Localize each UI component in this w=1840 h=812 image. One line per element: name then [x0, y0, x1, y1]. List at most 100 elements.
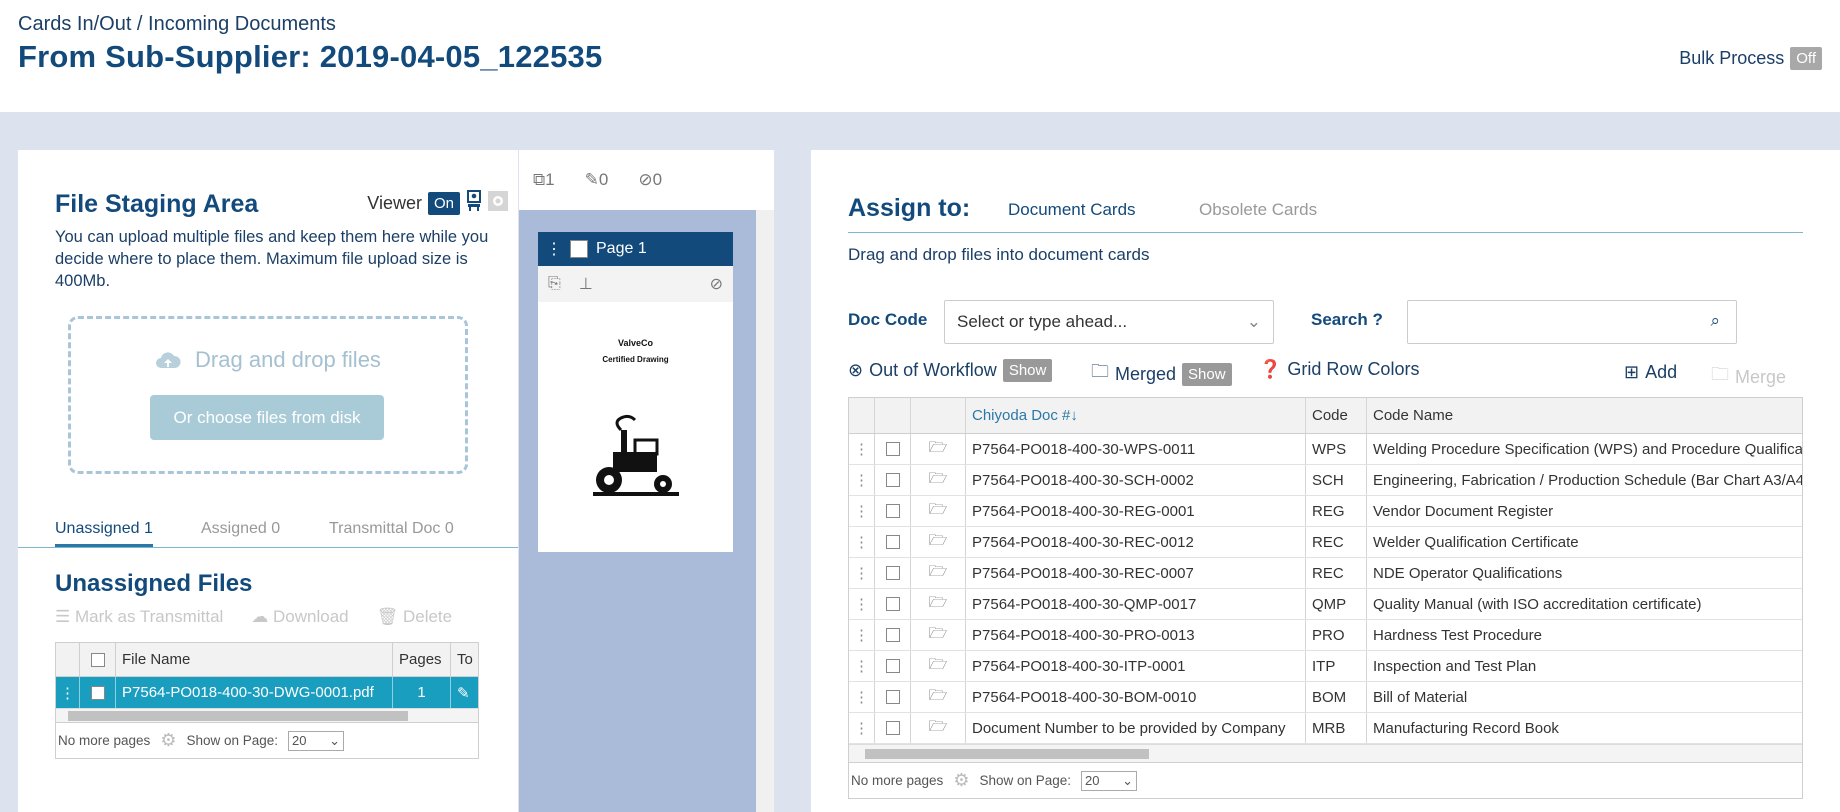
obsolete-count[interactable]: ⊘0 — [638, 170, 662, 190]
table-row[interactable]: ⋮ 🗁 P7564-PO018-400-30-BOM-0010 BOM Bill of … — [849, 682, 1802, 713]
drag-handle-icon[interactable]: ⋮ — [849, 589, 875, 619]
to-header[interactable]: To — [451, 643, 478, 676]
row-checkbox[interactable] — [885, 659, 900, 673]
file-drop-zone[interactable]: Drag and drop files Or choose files from… — [68, 316, 468, 474]
page-checkbox[interactable] — [570, 240, 588, 258]
row-checkbox[interactable] — [885, 535, 900, 549]
mark-transmittal-button[interactable]: ☰ Mark as Transmittal — [55, 607, 223, 627]
chiyoda-doc-header[interactable]: Chiyoda Doc # ↓ — [966, 398, 1306, 433]
drag-handle-icon[interactable]: ⋮ — [849, 620, 875, 650]
choose-files-button[interactable]: Or choose files from disk — [150, 395, 384, 440]
pages-header[interactable]: Pages — [393, 643, 451, 676]
drag-handle-icon[interactable]: ⋮ — [849, 713, 875, 743]
table-row[interactable]: ⋮ 🗁 P7564-PO018-400-30-SCH-0002 SCH Engineer… — [849, 465, 1802, 496]
page-size-select[interactable]: 20 ⌄ — [1081, 770, 1138, 791]
folder-open-icon[interactable]: 🗁 — [911, 558, 966, 588]
stamp-icon[interactable]: ⊥ — [579, 274, 593, 294]
drag-handle-icon[interactable]: ⋮ — [546, 239, 562, 259]
file-name-cell[interactable]: P7564-PO018-400-30-DWG-0001.pdf — [116, 677, 393, 708]
doc-number-cell[interactable]: P7564-PO018-400-30-BOM-0010 — [966, 682, 1306, 712]
tab-transmittal-doc[interactable]: Transmittal Doc 0 — [329, 520, 454, 538]
doc-number-cell[interactable]: P7564-PO018-400-30-WPS-0011 — [966, 434, 1306, 464]
drag-handle-icon[interactable]: ⋮ — [849, 434, 875, 464]
folder-open-icon[interactable]: 🗁 — [911, 434, 966, 464]
table-row[interactable]: ⋮ 🗁 P7564-PO018-400-30-REG-0001 REG Vendor D… — [849, 496, 1802, 527]
viewer-toggle[interactable]: On — [427, 192, 460, 215]
row-checkbox[interactable] — [885, 442, 900, 456]
search-input[interactable]: ⌕ — [1407, 300, 1737, 344]
folder-open-icon[interactable]: 🗁 — [911, 713, 966, 743]
out-of-workflow-toggle[interactable]: ⊗ Out of Workflow Show — [848, 359, 1053, 382]
row-checkbox[interactable] — [885, 690, 900, 704]
page-card-header[interactable]: ⋮ Page 1 — [538, 232, 733, 266]
table-row[interactable]: ⋮ 🗁 P7564-PO018-400-30-QMP-0017 QMP Quality … — [849, 589, 1802, 620]
refresh-icon[interactable]: ⚙ — [953, 770, 969, 791]
code-name-header[interactable]: Code Name — [1367, 398, 1802, 433]
person-icon[interactable] — [466, 190, 482, 217]
doc-number-cell[interactable]: P7564-PO018-400-30-REC-0012 — [966, 527, 1306, 557]
table-row[interactable]: ⋮ P7564-PO018-400-30-DWG-0001.pdf 1 ✎ — [56, 677, 478, 708]
horizontal-scrollbar[interactable] — [849, 744, 1802, 762]
pages-count[interactable]: ⧉1 — [533, 170, 555, 190]
folder-open-icon[interactable]: 🗁 — [911, 465, 966, 495]
file-name-header[interactable]: File Name — [116, 643, 393, 676]
tab-document-cards[interactable]: Document Cards — [1008, 200, 1136, 220]
tab-assigned[interactable]: Assigned 0 — [201, 520, 280, 538]
merged-toggle[interactable]: 🗀 Merged Show — [1091, 359, 1232, 389]
ban-icon[interactable]: ⊘ — [710, 274, 723, 294]
move-page-icon[interactable]: ⎘ — [548, 275, 561, 293]
drag-handle-icon[interactable]: ⋮ — [849, 496, 875, 526]
table-row[interactable]: ⋮ 🗁 P7564-PO018-400-30-REC-0012 REC Welder Q… — [849, 527, 1802, 558]
vertical-scrollbar[interactable] — [756, 210, 774, 812]
edited-count[interactable]: ✎0 — [585, 170, 609, 190]
delete-button[interactable]: 🗑 Delete — [377, 607, 452, 627]
doc-number-cell[interactable]: P7564-PO018-400-30-REC-0007 — [966, 558, 1306, 588]
doc-number-cell[interactable]: P7564-PO018-400-30-REG-0001 — [966, 496, 1306, 526]
table-row[interactable]: ⋮ 🗁 P7564-PO018-400-30-REC-0007 REC NDE Oper… — [849, 558, 1802, 589]
table-row[interactable]: ⋮ 🗁 P7564-PO018-400-30-PRO-0013 PRO Hardness… — [849, 620, 1802, 651]
row-checkbox[interactable] — [885, 597, 900, 611]
doc-number-cell[interactable]: P7564-PO018-400-30-PRO-0013 — [966, 620, 1306, 650]
folder-open-icon[interactable]: 🗁 — [911, 620, 966, 650]
folder-open-icon[interactable]: 🗁 — [911, 527, 966, 557]
bulk-process-toggle[interactable]: Bulk Process Off — [1679, 47, 1822, 70]
doc-number-cell[interactable]: Document Number to be provided by Compan… — [966, 713, 1306, 743]
refresh-icon[interactable]: ⚙ — [160, 730, 176, 751]
doc-number-cell[interactable]: P7564-PO018-400-30-SCH-0002 — [966, 465, 1306, 495]
doc-number-cell[interactable]: P7564-PO018-400-30-QMP-0017 — [966, 589, 1306, 619]
pencil-icon[interactable]: ✎ — [451, 677, 478, 708]
search-icon[interactable]: ⌕ — [1710, 311, 1720, 331]
row-checkbox[interactable] — [885, 473, 900, 487]
code-header[interactable]: Code — [1306, 398, 1367, 433]
tab-unassigned[interactable]: Unassigned 1 — [55, 520, 153, 547]
row-checkbox[interactable] — [885, 721, 900, 735]
row-checkbox[interactable] — [885, 628, 900, 642]
drag-handle-icon[interactable]: ⋮ — [56, 677, 80, 708]
row-checkbox[interactable] — [885, 504, 900, 518]
merge-button[interactable]: 🗀 Merge — [1711, 362, 1786, 392]
tab-obsolete-cards[interactable]: Obsolete Cards — [1199, 200, 1317, 220]
doc-number-cell[interactable]: P7564-PO018-400-30-ITP-0001 — [966, 651, 1306, 681]
help-icon[interactable]: ? — [1372, 310, 1382, 329]
row-checkbox[interactable] — [90, 685, 105, 700]
folder-open-icon[interactable]: 🗁 — [911, 496, 966, 526]
folder-open-icon[interactable]: 🗁 — [911, 682, 966, 712]
select-all-checkbox[interactable] — [90, 652, 105, 667]
page-size-select[interactable]: 20 ⌄ — [288, 730, 345, 751]
add-button[interactable]: ⊞ Add — [1624, 362, 1677, 383]
table-row[interactable]: ⋮ 🗁 Document Number to be provided by Comp… — [849, 713, 1802, 744]
horizontal-scrollbar[interactable] — [56, 708, 478, 722]
grid-row-colors-button[interactable]: ❓ Grid Row Colors — [1259, 359, 1419, 380]
breadcrumb[interactable]: Cards In/Out / Incoming Documents — [18, 13, 336, 36]
bulk-process-state[interactable]: Off — [1790, 47, 1822, 70]
page-thumbnail[interactable]: ValveCo Certified Drawing — [538, 302, 733, 552]
row-checkbox[interactable] — [885, 566, 900, 580]
drag-handle-icon[interactable]: ⋮ — [849, 682, 875, 712]
drag-handle-icon[interactable]: ⋮ — [849, 651, 875, 681]
drag-handle-icon[interactable]: ⋮ — [849, 527, 875, 557]
doc-code-select[interactable]: Select or type ahead... ⌄ — [944, 300, 1274, 344]
download-button[interactable]: ☁ Download — [251, 607, 348, 627]
drag-handle-icon[interactable]: ⋮ — [849, 558, 875, 588]
page-card[interactable]: ⋮ Page 1 ⎘ ⊥ ⊘ ValveCo Certified Drawing — [538, 232, 733, 552]
folder-open-icon[interactable]: 🗁 — [911, 651, 966, 681]
